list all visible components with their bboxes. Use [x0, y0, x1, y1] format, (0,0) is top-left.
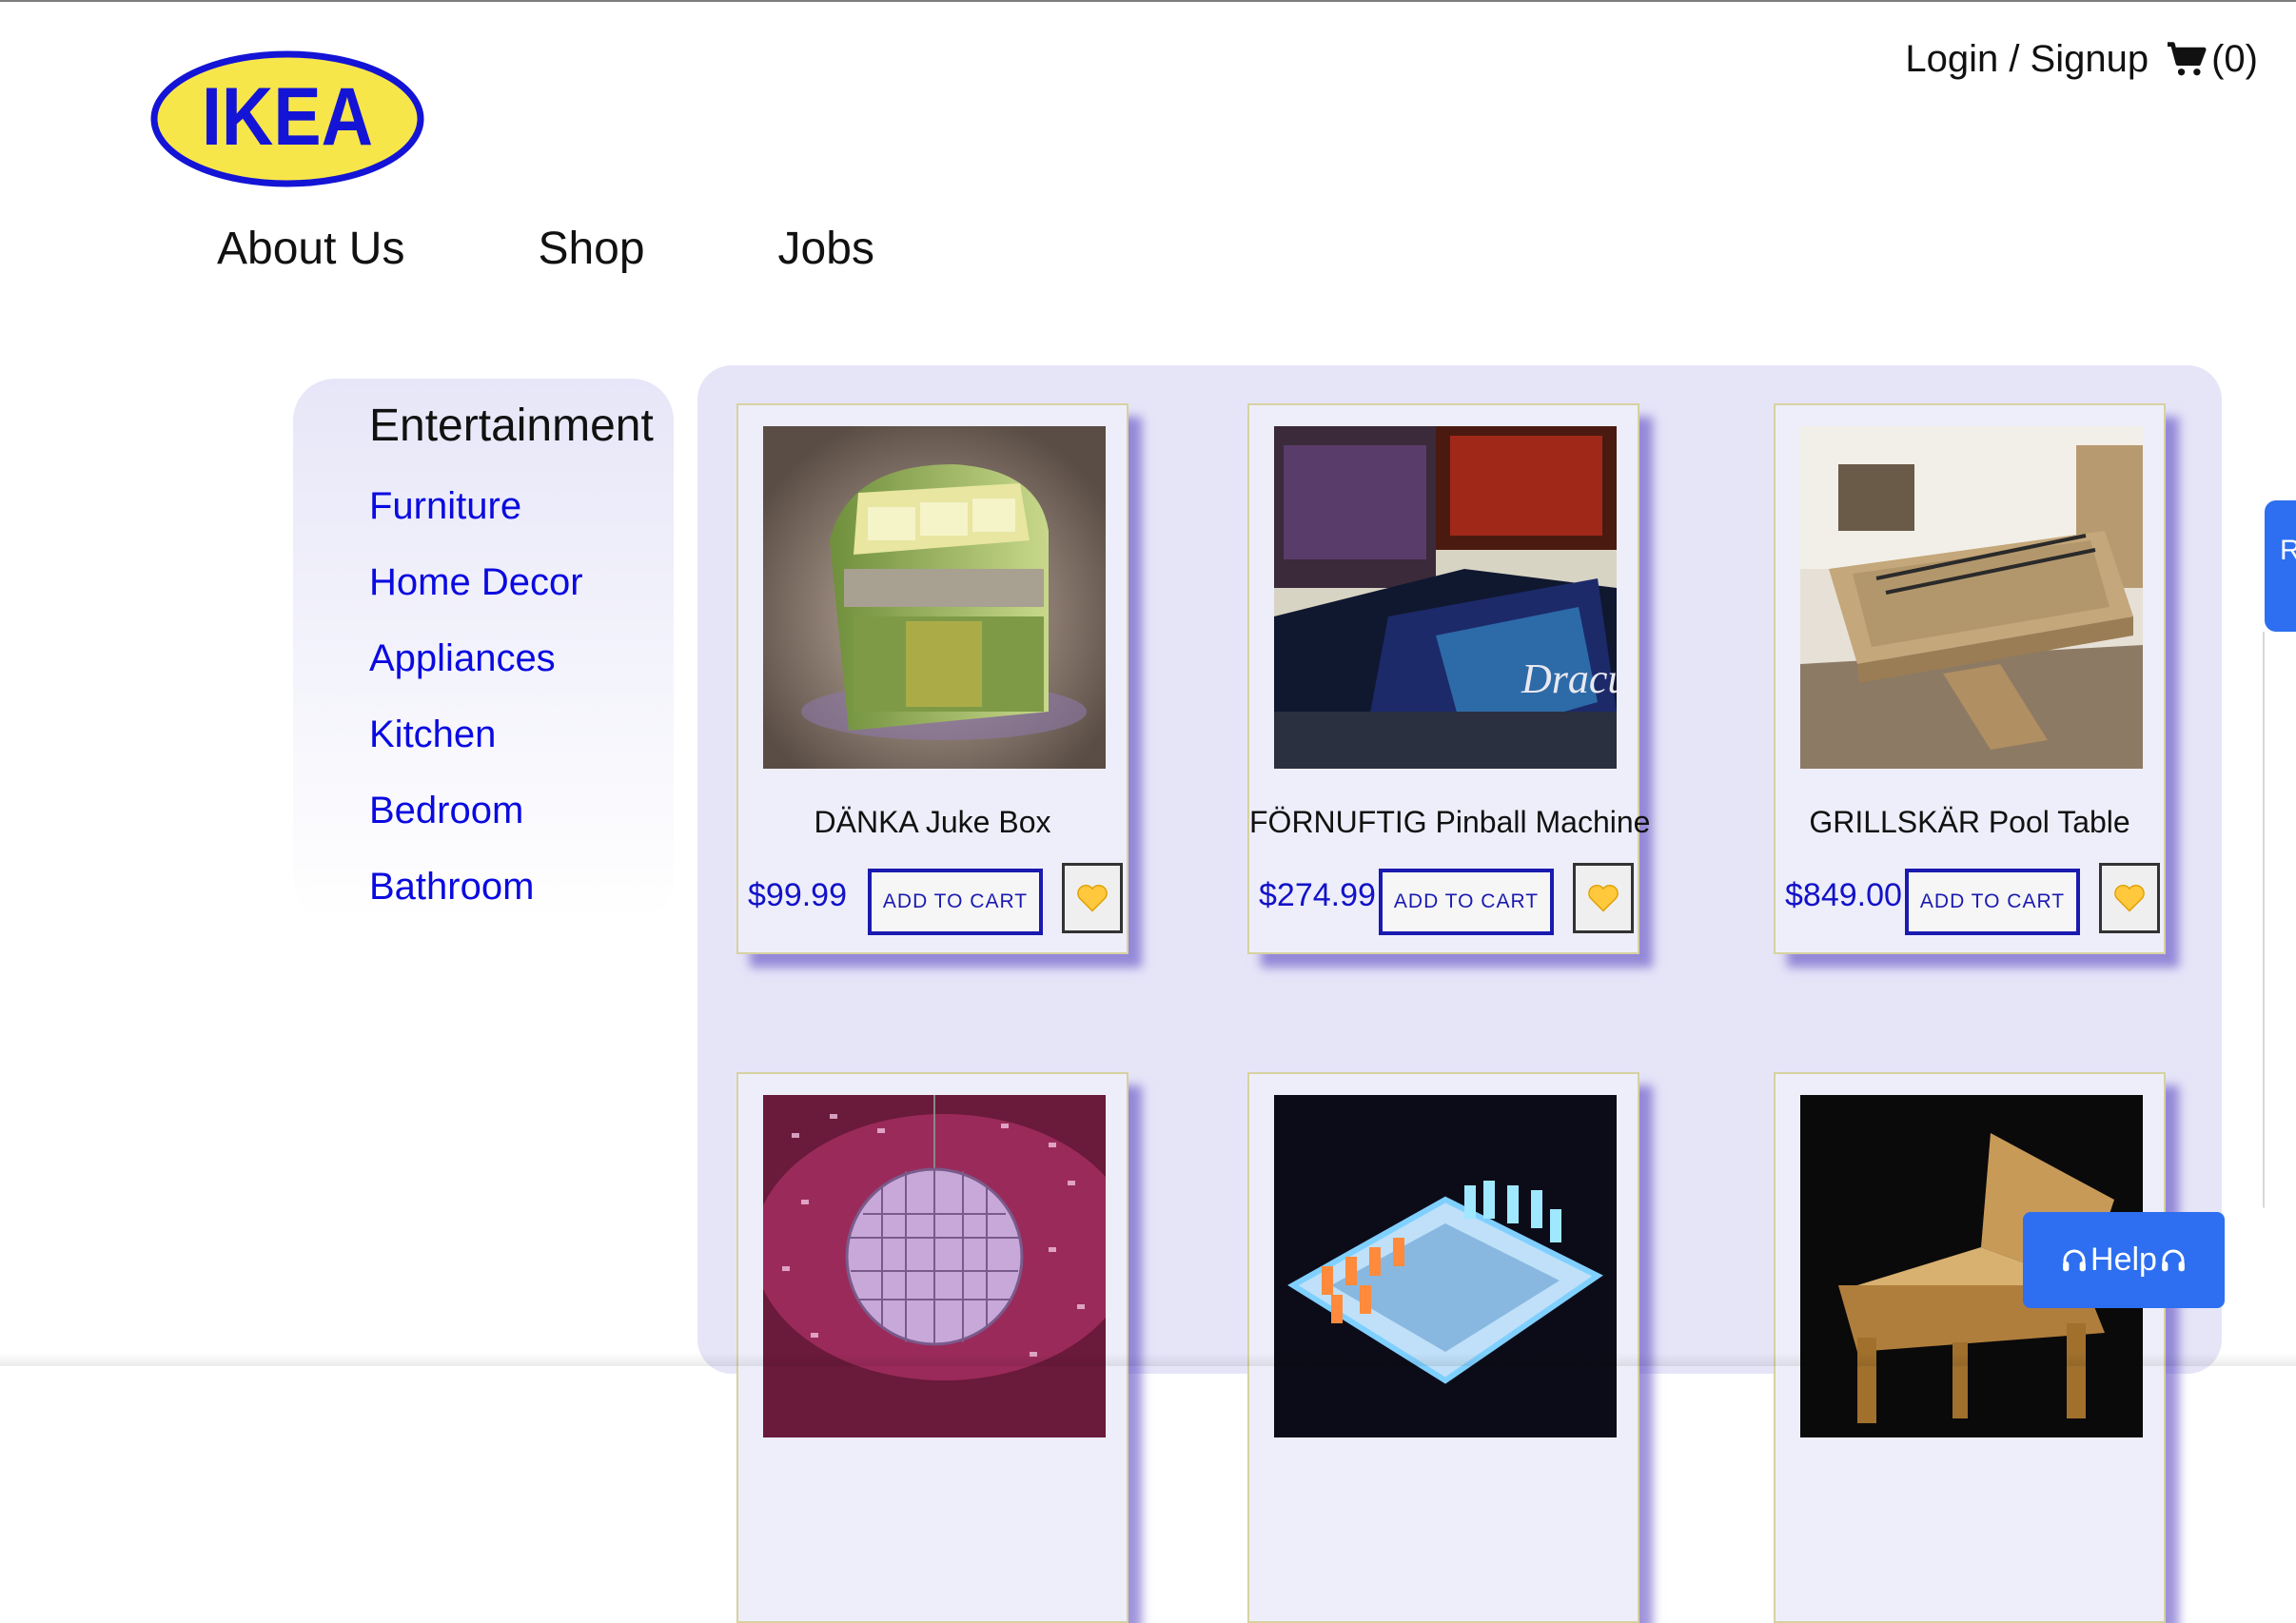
category-kitchen[interactable]: Kitchen	[369, 714, 583, 790]
login-signup-link[interactable]: Login / Signup	[1905, 38, 2149, 81]
ikea-logo[interactable]: IKEA	[149, 49, 425, 188]
product-card: DÄNKA Juke Box $99.99 ADD TO CART	[736, 403, 1128, 954]
cart-icon	[2168, 41, 2207, 75]
category-furniture[interactable]: Furniture	[369, 485, 583, 561]
favorite-button[interactable]	[2099, 863, 2160, 933]
add-to-cart-button[interactable]: ADD TO CART	[1379, 869, 1554, 935]
product-name[interactable]: FÖRNUFTIG Pinball Machine	[1249, 805, 1650, 840]
product-card: Dracula FÖRNUFTIG Pinball Machine $274.9…	[1247, 403, 1650, 954]
nav-shop[interactable]: Shop	[538, 223, 644, 275]
category-list: Furniture Home Decor Appliances Kitchen …	[369, 485, 583, 942]
nav-about-us[interactable]: About Us	[217, 223, 404, 275]
product-price: $849.00	[1785, 877, 1902, 913]
category-bathroom[interactable]: Bathroom	[369, 866, 583, 942]
yellow-heart-icon	[2114, 885, 2145, 912]
logo-text: IKEA	[202, 71, 373, 163]
favorite-button[interactable]	[1062, 863, 1123, 933]
main-nav: About Us Shop Jobs	[217, 223, 874, 275]
category-home-decor[interactable]: Home Decor	[369, 561, 583, 637]
yellow-heart-icon	[1077, 885, 1108, 912]
pinball-image[interactable]: Dracula	[1274, 426, 1617, 769]
cart-button[interactable]: (0)	[2166, 38, 2258, 81]
product-price: $99.99	[748, 877, 847, 913]
product-name[interactable]: GRILLSKÄR Pool Table	[1776, 805, 2164, 840]
product-name[interactable]: DÄNKA Juke Box	[738, 805, 1127, 840]
product-card	[736, 1072, 1128, 1623]
headphones-icon	[2063, 1249, 2086, 1271]
category-appliances[interactable]: Appliances	[369, 637, 583, 714]
help-label: Help	[2090, 1242, 2157, 1278]
side-panel-edge	[2263, 632, 2265, 1208]
account-area: Login / Signup (0)	[1905, 38, 2258, 81]
product-card	[1774, 1072, 2166, 1623]
chess-board-image[interactable]	[1274, 1095, 1617, 1437]
product-card	[1247, 1072, 1639, 1623]
favorite-button[interactable]	[1573, 863, 1634, 933]
add-to-cart-button[interactable]: ADD TO CART	[868, 869, 1043, 935]
product-grid: DÄNKA Juke Box $99.99 ADD TO CART Dracul…	[697, 365, 2222, 1623]
nav-jobs[interactable]: Jobs	[778, 223, 874, 275]
yellow-heart-icon	[1588, 885, 1619, 912]
cart-count: (0)	[2211, 38, 2258, 80]
add-to-cart-button[interactable]: ADD TO CART	[1905, 869, 2080, 935]
help-button[interactable]: Help	[2023, 1212, 2225, 1308]
svg-text:Dracula: Dracula	[1521, 655, 1617, 702]
pool-table-image[interactable]	[1800, 426, 2143, 769]
headphones-icon	[2162, 1249, 2185, 1271]
current-category-title: Entertainment	[369, 401, 654, 451]
disco-ball-image[interactable]	[763, 1095, 1106, 1437]
side-tab[interactable]: R	[2265, 500, 2296, 632]
product-card: GRILLSKÄR Pool Table $849.00 ADD TO CART	[1774, 403, 2166, 954]
window-bottom-edge	[0, 1353, 2296, 1366]
category-sidebar: Entertainment Furniture Home Decor Appli…	[293, 379, 674, 921]
category-bedroom[interactable]: Bedroom	[369, 790, 583, 866]
jukebox-image[interactable]	[763, 426, 1106, 769]
product-price: $274.99	[1259, 877, 1376, 913]
